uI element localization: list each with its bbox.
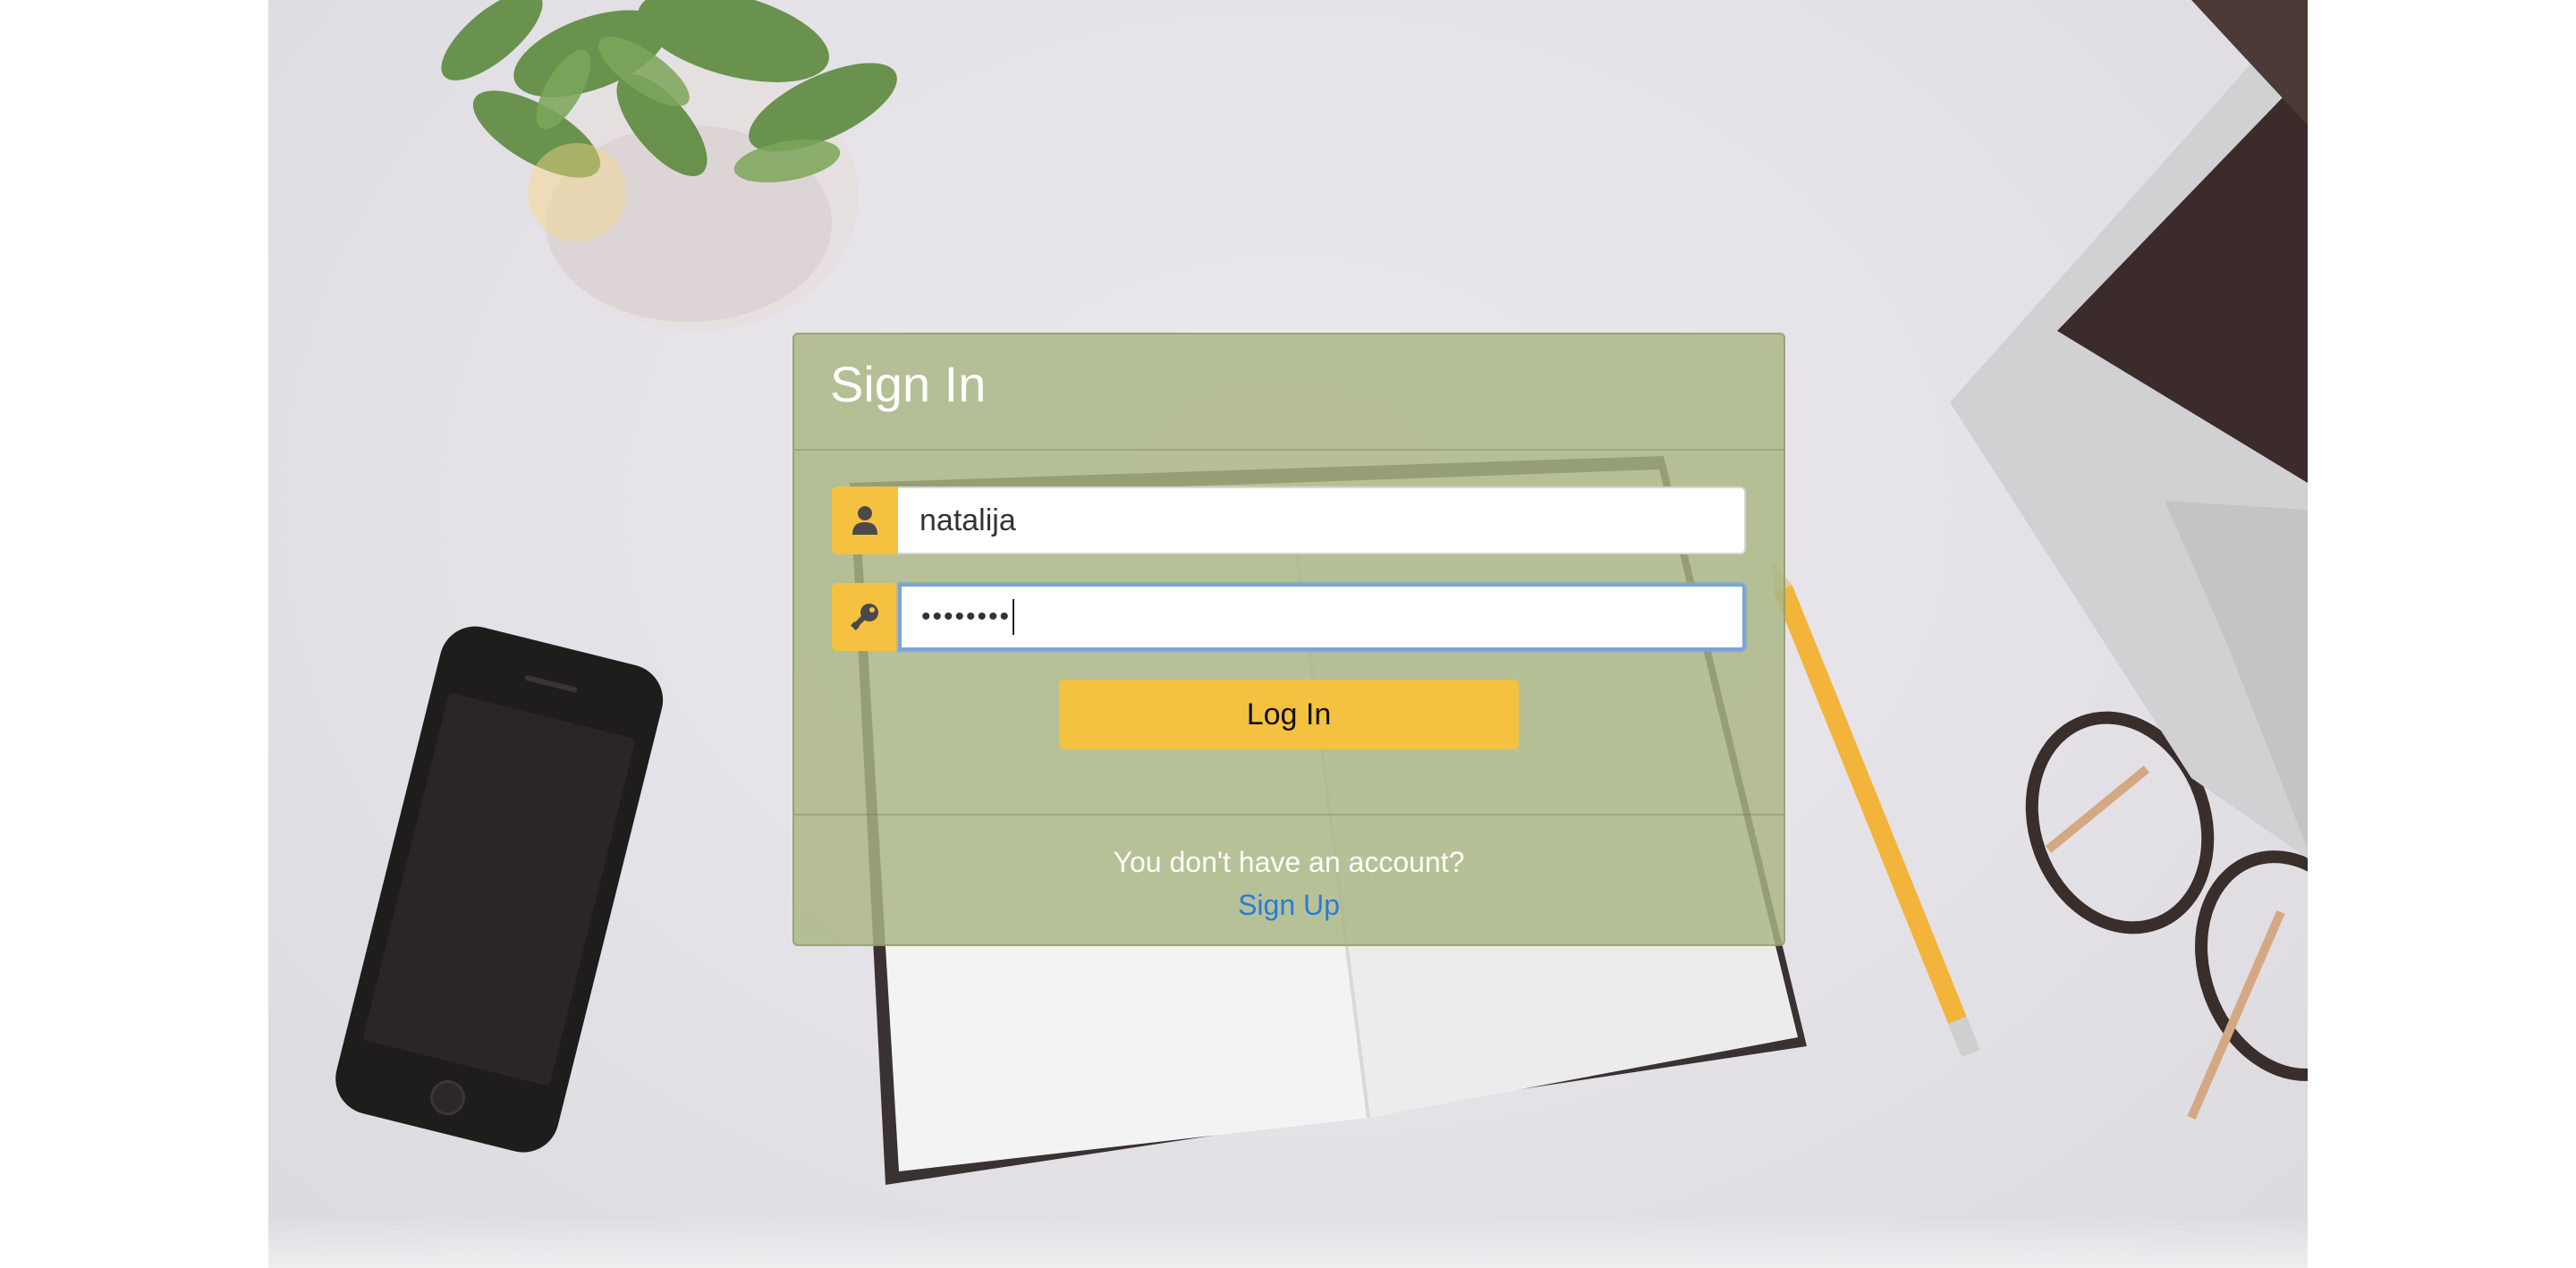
key-icon: [832, 583, 898, 651]
username-input[interactable]: natalija: [898, 486, 1746, 554]
signin-title: Sign In: [830, 356, 987, 412]
login-button[interactable]: Log In: [1059, 680, 1519, 749]
page: Sign In natalija •••••••• Log In You don…: [0, 0, 2576, 1268]
username-value: natalija: [919, 503, 1016, 537]
card-footer: You don't have an account? Sign Up: [794, 816, 1784, 926]
card-body: natalija •••••••• Log In: [794, 451, 1784, 816]
password-group: ••••••••: [832, 583, 1746, 651]
password-masked-value: ••••••••: [921, 602, 1012, 631]
text-caret: [1013, 599, 1015, 635]
username-group: natalija: [832, 486, 1746, 554]
no-account-text: You don't have an account?: [1113, 846, 1465, 878]
bottom-fade: [268, 1214, 2308, 1268]
signin-card: Sign In natalija •••••••• Log In You don…: [792, 333, 1785, 946]
user-icon: [832, 486, 898, 554]
password-input[interactable]: ••••••••: [898, 583, 1746, 651]
card-header: Sign In: [794, 334, 1784, 451]
signup-link[interactable]: Sign Up: [1238, 883, 1340, 926]
